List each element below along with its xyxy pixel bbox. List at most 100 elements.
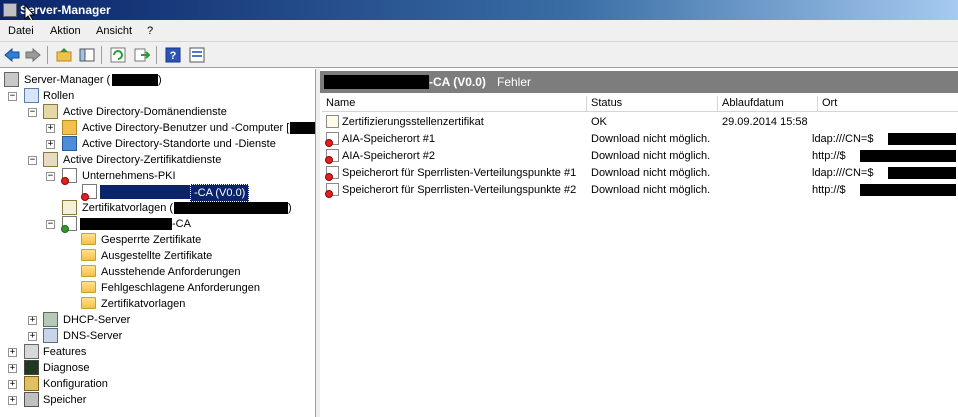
certificate-services-icon xyxy=(43,152,58,167)
expand-toggle[interactable]: + xyxy=(28,316,37,325)
folder-icon xyxy=(81,249,96,261)
menu-file[interactable]: Datei xyxy=(8,25,34,37)
folder-icon xyxy=(81,233,96,245)
tree-label: Features xyxy=(43,346,87,358)
column-header-name[interactable]: Name xyxy=(322,96,587,112)
tree-node-dns[interactable]: + DNS-Server xyxy=(0,328,315,344)
configuration-icon xyxy=(24,376,39,391)
up-folder-icon[interactable] xyxy=(55,46,73,64)
row-status: Download nicht möglich. xyxy=(591,167,711,179)
collapse-toggle[interactable]: − xyxy=(8,92,17,101)
tree-label: Unternehmens-PKI xyxy=(82,170,176,182)
row-location: http://$ xyxy=(812,184,846,196)
tree-label: Konfiguration xyxy=(43,378,108,390)
properties-icon[interactable] xyxy=(188,46,206,64)
tree-node-config[interactable]: + Konfiguration xyxy=(0,376,315,392)
tree-node-server-manager[interactable]: Server-Manager ( ) xyxy=(0,72,315,88)
help-icon[interactable]: ? xyxy=(164,46,182,64)
tree-node-diagnose[interactable]: + Diagnose xyxy=(0,360,315,376)
column-header-location[interactable]: Ort xyxy=(818,96,958,112)
tree-node-failed-requests[interactable]: Fehlgeschlagene Anforderungen xyxy=(0,280,315,296)
tree-label: Server-Manager ( xyxy=(24,74,111,86)
tree-label: -CA xyxy=(172,218,191,230)
redacted-text xyxy=(80,218,172,230)
column-header-expiry[interactable]: Ablaufdatum xyxy=(718,96,818,112)
tree-node-cert-templates[interactable]: Zertifikatvorlagen ( ) xyxy=(0,200,315,216)
expand-toggle[interactable]: + xyxy=(46,124,55,133)
menu-action[interactable]: Aktion xyxy=(50,25,81,37)
diagnose-icon xyxy=(24,360,39,375)
cdp-error-icon xyxy=(325,183,339,198)
toolbar: ? xyxy=(0,42,958,68)
back-icon[interactable] xyxy=(3,46,21,64)
tree-node-roles[interactable]: − Rollen xyxy=(0,88,315,104)
tree-label: Zertifikatvorlagen xyxy=(101,298,186,310)
aia-error-icon xyxy=(325,132,339,147)
tree-node-features[interactable]: + Features xyxy=(0,344,315,360)
tree-node-ca[interactable]: − -CA xyxy=(0,216,315,233)
export-icon[interactable] xyxy=(133,46,151,64)
tree-node-ca-templates[interactable]: Zertifikatvorlagen xyxy=(0,296,315,312)
table-row[interactable]: Speicherort für Sperrlisten-Verteilungsp… xyxy=(322,165,958,181)
tree-node-pki-ca[interactable]: -CA (V0.0) xyxy=(0,184,315,202)
row-name: AIA-Speicherort #2 xyxy=(342,150,435,162)
row-name: Zertifizierungsstellenzertifikat xyxy=(342,116,484,128)
menu-view[interactable]: Ansicht xyxy=(96,25,132,37)
collapse-toggle[interactable]: − xyxy=(28,156,37,165)
redacted-text xyxy=(174,202,288,214)
row-status: OK xyxy=(591,116,607,128)
tree-node-adcs[interactable]: − Active Directory-Zertifikatdienste xyxy=(0,152,315,168)
show-hide-tree-icon[interactable] xyxy=(78,46,96,64)
collapse-toggle[interactable]: − xyxy=(46,172,55,181)
tree-node-enterprise-pki[interactable]: − Unternehmens-PKI xyxy=(0,168,315,185)
redacted-text xyxy=(324,75,429,89)
title-bar: Server-Manager xyxy=(0,0,958,22)
row-status: Download nicht möglich. xyxy=(591,133,711,145)
table-row[interactable]: AIA-Speicherort #1 Download nicht möglic… xyxy=(322,131,958,147)
expand-toggle[interactable]: + xyxy=(46,140,55,149)
expand-toggle[interactable]: + xyxy=(8,396,17,405)
expand-toggle[interactable]: + xyxy=(8,380,17,389)
table-row[interactable]: Zertifizierungsstellenzertifikat OK 29.0… xyxy=(322,114,958,130)
row-location: ldap:///CN=$ xyxy=(812,167,874,179)
row-name: Speicherort für Sperrlisten-Verteilungsp… xyxy=(342,167,577,179)
row-name: Speicherort für Sperrlisten-Verteilungsp… xyxy=(342,184,577,196)
redacted-text xyxy=(100,185,190,199)
tree-label: Rollen xyxy=(43,90,75,102)
tree-node-storage[interactable]: + Speicher xyxy=(0,392,315,408)
folder-icon xyxy=(81,281,96,293)
collapse-toggle[interactable]: − xyxy=(28,108,37,117)
tree-node-pending-requests[interactable]: Ausstehende Anforderungen xyxy=(0,264,315,280)
redacted-text xyxy=(860,150,956,162)
tree-node-revoked-certs[interactable]: Gesperrte Zertifikate xyxy=(0,232,315,248)
collapse-toggle[interactable]: − xyxy=(46,220,55,229)
redacted-text xyxy=(888,133,956,145)
tree-label: Speicher xyxy=(43,394,87,406)
expand-toggle[interactable]: + xyxy=(8,364,17,373)
tree-node-adds-sites[interactable]: + Active Directory-Standorte und -Dienst… xyxy=(0,136,315,152)
table-row[interactable]: AIA-Speicherort #2 Download nicht möglic… xyxy=(322,148,958,164)
tree-label: Ausstehende Anforderungen xyxy=(101,266,241,278)
storage-icon xyxy=(24,392,39,407)
templates-icon xyxy=(62,200,77,215)
tree-label: Active Directory-Standorte und -Dienste xyxy=(82,138,276,150)
detail-header: -CA (V0.0) Fehler xyxy=(320,71,958,93)
menu-help[interactable]: ? xyxy=(147,25,153,37)
tree-node-adds-users[interactable]: + Active Directory-Benutzer und -Compute… xyxy=(0,120,315,136)
expand-toggle[interactable]: + xyxy=(8,348,17,357)
tree-node-issued-certs[interactable]: Ausgestellte Zertifikate xyxy=(0,248,315,264)
detail-ca-name: -CA (V0.0) xyxy=(429,75,486,89)
expand-toggle[interactable]: + xyxy=(28,332,37,341)
tree-label: Active Directory-Benutzer und -Computer … xyxy=(82,122,290,134)
tree-pane: Server-Manager ( ) − Rollen − Active Dir… xyxy=(0,69,316,417)
forward-icon[interactable] xyxy=(24,46,42,64)
column-header-status[interactable]: Status xyxy=(587,96,718,112)
tree-node-adds[interactable]: − Active Directory-Domänendienste xyxy=(0,104,315,120)
tree-label: ) xyxy=(158,74,162,86)
menu-bar: Datei Aktion Ansicht ? xyxy=(0,20,958,42)
refresh-icon[interactable] xyxy=(109,46,127,64)
dhcp-icon xyxy=(43,312,58,327)
dns-icon xyxy=(43,328,58,343)
table-row[interactable]: Speicherort für Sperrlisten-Verteilungsp… xyxy=(322,182,958,198)
tree-node-dhcp[interactable]: + DHCP-Server xyxy=(0,312,315,328)
